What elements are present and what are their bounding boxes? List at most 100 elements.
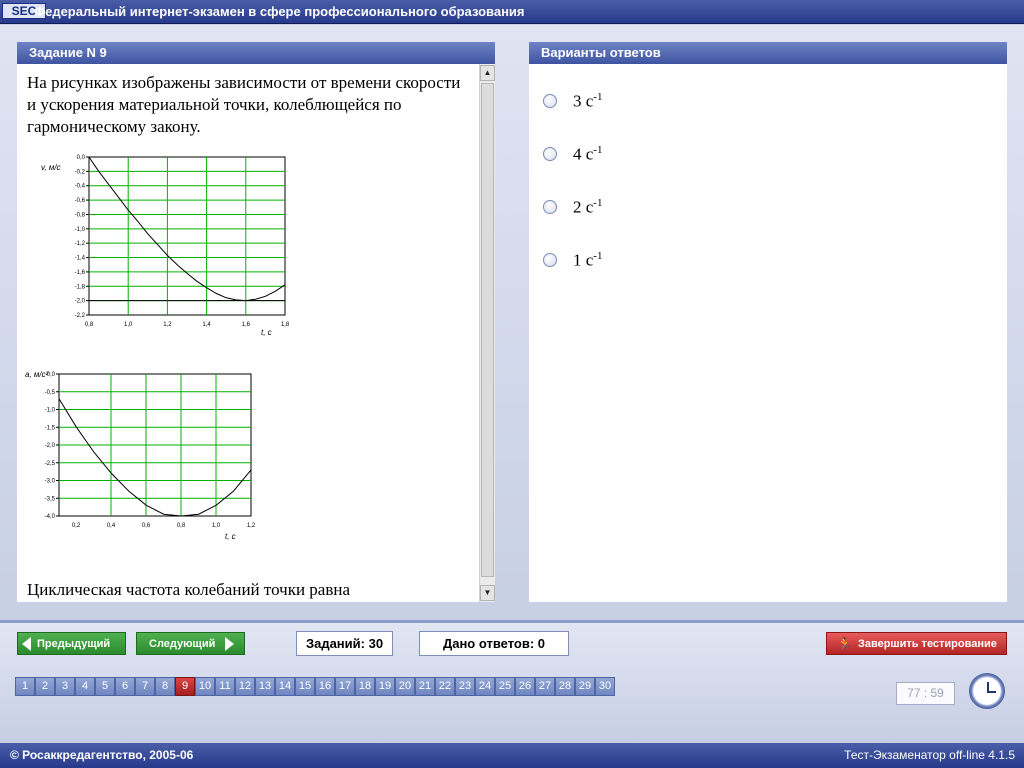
app-title: Федеральный интернет-экзамен в сфере про… [34, 4, 525, 19]
question-number-2[interactable]: 2 [35, 677, 55, 696]
y-tick-label: -0,4 [75, 184, 86, 190]
question-number-5[interactable]: 5 [95, 677, 115, 696]
y-axis-label: a, м/с² [25, 370, 49, 379]
x-tick-label: 0,8 [85, 322, 94, 328]
x-tick-label: 1,8 [281, 322, 290, 328]
question-navigator: 1 2 3 4 5 6 7 8 9 10 11 12 13 14 15 16 17 18 19 20 21 22 23 24 2… [15, 677, 615, 696]
y-tick-label: -2,2 [75, 313, 86, 319]
y-tick-label: -1,2 [75, 241, 86, 247]
tasks-counter: Заданий: 30 [296, 631, 393, 656]
y-tick-label: -0,2 [75, 169, 86, 175]
y-tick-label: -2,0 [45, 443, 56, 449]
question-panel: На рисунках изображены зависимости от вр… [17, 64, 495, 602]
y-tick-label: -2,5 [45, 461, 56, 467]
question-scrollbar[interactable]: ▲ ▼ [479, 64, 495, 602]
title-bar: SEC Федеральный интернет-экзамен в сфере… [0, 0, 1024, 24]
question-number-30[interactable]: 30 [595, 677, 615, 696]
question-number-7[interactable]: 7 [135, 677, 155, 696]
y-tick-label: -1,6 [75, 270, 86, 276]
question-number-21[interactable]: 21 [415, 677, 435, 696]
x-axis-label: t, с [225, 532, 236, 541]
y-tick-label: -1,0 [45, 408, 56, 414]
next-button[interactable]: Следующий [136, 632, 245, 655]
finish-test-button[interactable]: 🏃 Завершить тестирование [826, 632, 1007, 655]
question-number-29[interactable]: 29 [575, 677, 595, 696]
question-number-13[interactable]: 13 [255, 677, 275, 696]
question-number-27[interactable]: 27 [535, 677, 555, 696]
y-tick-label: -2,0 [75, 299, 86, 305]
scroll-thumb[interactable] [481, 83, 494, 577]
acceleration-chart: 0,2 0,4 0,6 0,8 1,0 1,20,0-0,5-1,0-1,5-2,0-2,… [25, 370, 256, 541]
question-number-1[interactable]: 1 [15, 677, 35, 696]
status-bar: © Росаккредагентство, 2005-06 Тест-Экзам… [0, 743, 1024, 768]
timer: 77 : 59 [896, 682, 955, 705]
question-number-16[interactable]: 16 [315, 677, 335, 696]
answer-label[interactable]: 1 с-1 [573, 250, 602, 271]
y-axis-label: v, м/с [41, 163, 61, 172]
scroll-up-button[interactable]: ▲ [480, 65, 495, 81]
question-number-8[interactable]: 8 [155, 677, 175, 696]
y-tick-label: 0,0 [77, 155, 86, 161]
answer-label[interactable]: 4 с-1 [573, 144, 602, 165]
clock-minute-hand [987, 691, 996, 693]
question-number-4[interactable]: 4 [75, 677, 95, 696]
answer-label[interactable]: 3 с-1 [573, 91, 602, 112]
question-number-3[interactable]: 3 [55, 677, 75, 696]
copyright-text: © Росаккредагентство, 2005-06 [10, 748, 194, 762]
y-tick-label: -0,5 [45, 390, 56, 396]
radio-button[interactable] [543, 147, 557, 161]
x-tick-label: 0,8 [177, 523, 186, 529]
y-tick-label: -4,0 [45, 514, 56, 520]
answer-option-3[interactable]: 2 с-1 [543, 195, 743, 219]
question-number-11[interactable]: 11 [215, 677, 235, 696]
question-number-14[interactable]: 14 [275, 677, 295, 696]
arrow-left-icon [22, 636, 31, 651]
question-number-22[interactable]: 22 [435, 677, 455, 696]
answers-header: Варианты ответов [529, 42, 1007, 64]
y-tick-label: -0,6 [75, 198, 86, 204]
question-text: На рисунках изображены зависимости от вр… [27, 73, 461, 136]
question-number-15[interactable]: 15 [295, 677, 315, 696]
question-number-24[interactable]: 24 [475, 677, 495, 696]
question-number-23[interactable]: 23 [455, 677, 475, 696]
radio-button[interactable] [543, 200, 557, 214]
x-tick-label: 1,0 [124, 322, 133, 328]
answer-label[interactable]: 2 с-1 [573, 197, 602, 218]
x-tick-label: 1,6 [242, 322, 251, 328]
x-tick-label: 0,2 [72, 523, 81, 529]
question-number-9[interactable]: 9 [175, 677, 195, 696]
question-number-25[interactable]: 25 [495, 677, 515, 696]
question-number-28[interactable]: 28 [555, 677, 575, 696]
question-number-18[interactable]: 18 [355, 677, 375, 696]
question-header: Задание N 9 [17, 42, 495, 64]
question-number-10[interactable]: 10 [195, 677, 215, 696]
next-label: Следующий [149, 637, 216, 650]
y-tick-label: -1,0 [75, 227, 86, 233]
radio-button[interactable] [543, 94, 557, 108]
question-footer: Циклическая частота колебаний точки равн… [27, 580, 351, 599]
answer-option-4[interactable]: 1 с-1 [543, 248, 743, 272]
question-number-20[interactable]: 20 [395, 677, 415, 696]
question-number-17[interactable]: 17 [335, 677, 355, 696]
answer-option-2[interactable]: 4 с-1 [543, 142, 743, 166]
radio-button[interactable] [543, 253, 557, 267]
x-tick-label: 1,2 [163, 322, 172, 328]
previous-label: Предыдущий [37, 637, 111, 650]
scroll-down-button[interactable]: ▼ [480, 585, 495, 601]
x-tick-label: 0,6 [142, 523, 151, 529]
x-axis-label: t, с [261, 328, 272, 337]
answers-panel: 3 с-1 4 с-1 2 с-1 1 с-1 [529, 64, 1007, 602]
y-tick-label: -1,4 [75, 256, 86, 262]
question-number-6[interactable]: 6 [115, 677, 135, 696]
velocity-chart: 0,8 1,0 1,2 1,4 1,6 1,8 0,0 -0,2 -0,4 -0,6 -0,8 -1,… [41, 155, 290, 337]
y-tick-label: -1,5 [45, 425, 56, 431]
question-number-26[interactable]: 26 [515, 677, 535, 696]
question-number-19[interactable]: 19 [375, 677, 395, 696]
answer-option-1[interactable]: 3 с-1 [543, 89, 743, 113]
question-number-12[interactable]: 12 [235, 677, 255, 696]
x-tick-label: 1,4 [202, 322, 211, 328]
plot-area [88, 156, 286, 316]
version-text: Тест-Экзаменатор off-line 4.1.5 [844, 748, 1015, 762]
answers-counter: Дано ответов: 0 [419, 631, 569, 656]
previous-button[interactable]: Предыдущий [17, 632, 126, 655]
